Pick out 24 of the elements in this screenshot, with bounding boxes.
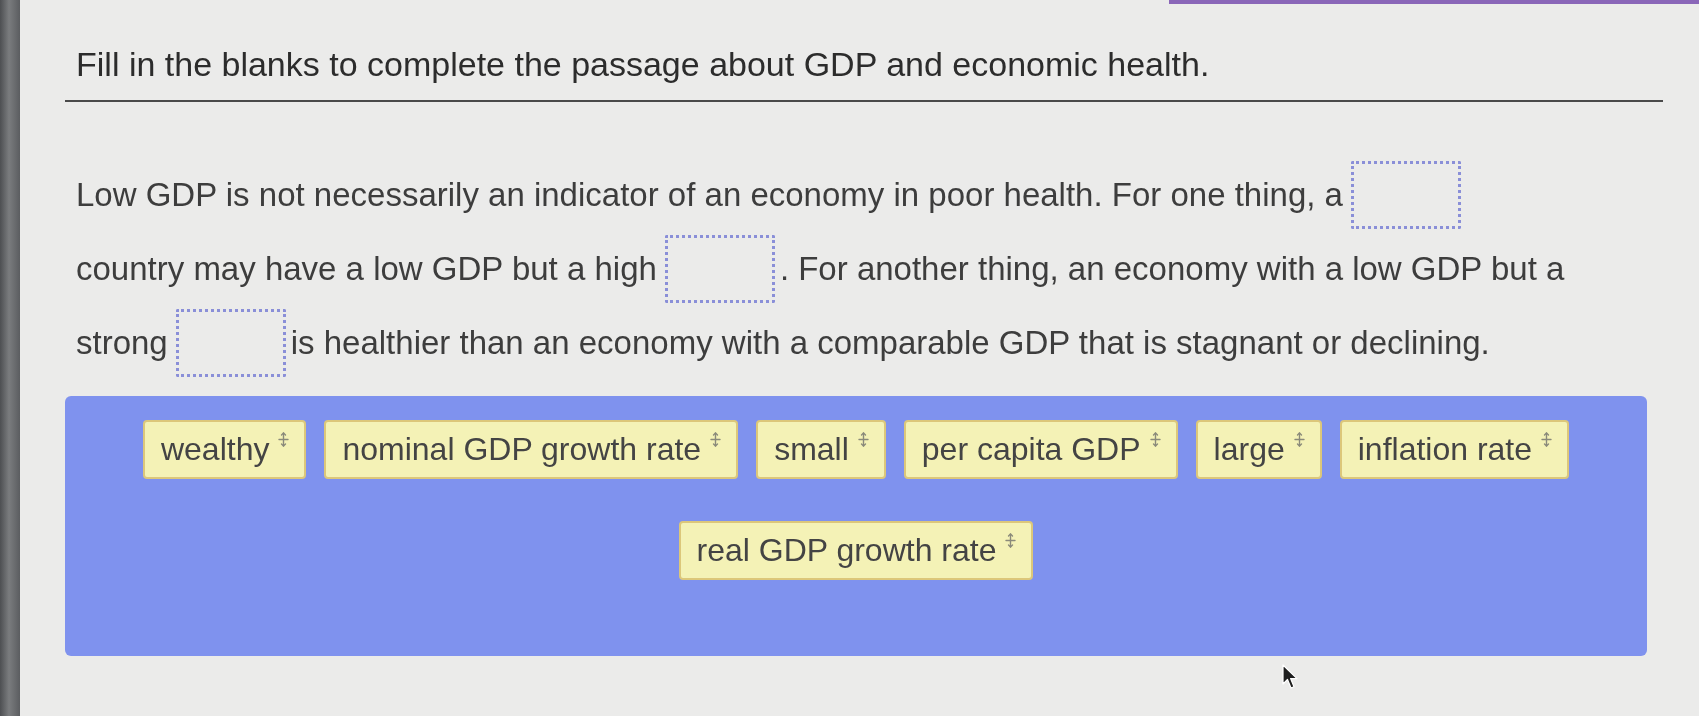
answer-tile[interactable]: small xyxy=(756,420,886,479)
answer-tile[interactable]: real GDP growth rate xyxy=(678,521,1034,580)
cursor-icon xyxy=(1282,664,1300,690)
question-title: Fill in the blanks to complete the passage about GDP and economic health. xyxy=(76,44,1210,84)
passage-text: country may have a low GDP but a high xyxy=(76,249,657,289)
move-icon xyxy=(1004,533,1018,548)
passage-text: . For another thing, an economy with a low GDP but a xyxy=(779,249,1565,289)
answer-tile[interactable]: per capita GDP xyxy=(903,420,1178,479)
answer-tile[interactable]: wealthy xyxy=(142,420,307,479)
move-icon xyxy=(1292,432,1306,447)
passage-text: Low GDP is not necessarily an indicator of an economy in poor health. For one thing, a xyxy=(76,175,1343,215)
move-icon xyxy=(277,432,291,447)
answer-tile[interactable]: large xyxy=(1195,420,1322,479)
passage-text: is healthier than an economy with a comparable GDP that is stagnant or declining. xyxy=(290,323,1490,363)
move-icon xyxy=(1148,432,1162,447)
answer-blank[interactable] xyxy=(1350,161,1461,229)
answer-blank[interactable] xyxy=(175,309,286,377)
answer-tile[interactable]: nominal GDP growth rate xyxy=(324,420,739,479)
move-icon xyxy=(856,432,870,447)
move-icon xyxy=(1540,432,1554,447)
answer-tile[interactable]: inflation rate xyxy=(1339,420,1570,479)
passage-text: strong xyxy=(76,323,168,363)
answer-blank[interactable] xyxy=(664,235,775,303)
move-icon xyxy=(709,432,723,447)
